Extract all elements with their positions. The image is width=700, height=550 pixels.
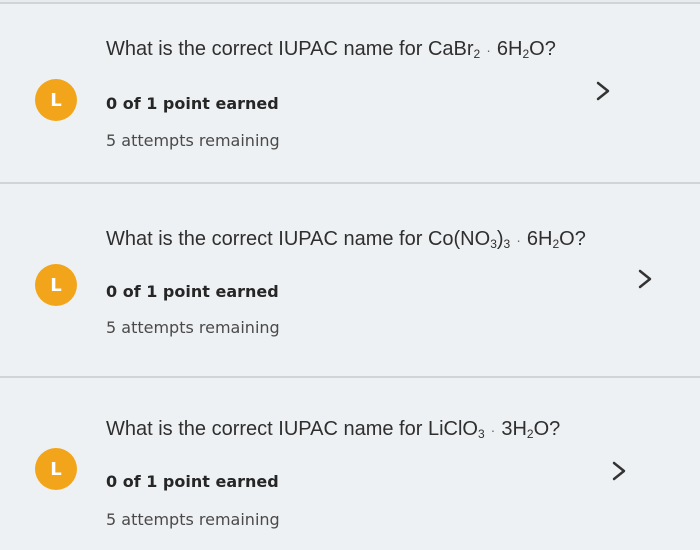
user-progress-icon: L xyxy=(50,89,62,111)
chevron-right-icon[interactable] xyxy=(608,460,630,482)
status-badge: L xyxy=(35,79,77,121)
question-text: What is the correct IUPAC name for LiClO… xyxy=(106,418,561,441)
user-progress-icon: L xyxy=(50,274,62,296)
status-badge: L xyxy=(35,448,77,490)
attempts-remaining: 5 attempts remaining xyxy=(106,318,280,337)
attempts-remaining: 5 attempts remaining xyxy=(106,510,280,529)
attempts-remaining: 5 attempts remaining xyxy=(106,131,280,150)
status-badge: L xyxy=(35,264,77,306)
question-text: What is the correct IUPAC name for Co(NO… xyxy=(106,228,586,251)
question-item[interactable]: What is the correct IUPAC name for CaBr2… xyxy=(0,4,700,182)
chevron-right-icon[interactable] xyxy=(634,268,656,290)
points-earned: 0 of 1 point earned xyxy=(106,472,279,491)
question-text: What is the correct IUPAC name for CaBr2… xyxy=(106,38,556,61)
points-earned: 0 of 1 point earned xyxy=(106,282,279,301)
question-item[interactable]: What is the correct IUPAC name for Co(NO… xyxy=(0,184,700,376)
question-item[interactable]: What is the correct IUPAC name for LiClO… xyxy=(0,378,700,550)
points-earned: 0 of 1 point earned xyxy=(106,94,279,113)
chevron-right-icon[interactable] xyxy=(592,80,614,102)
user-progress-icon: L xyxy=(50,458,62,480)
